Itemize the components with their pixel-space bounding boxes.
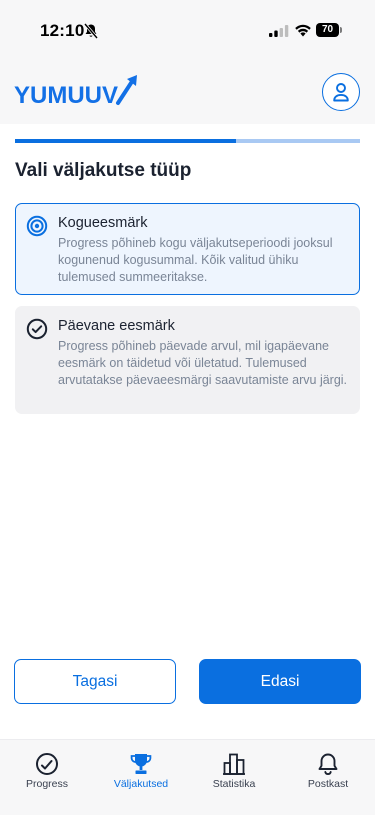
yumuuv-logo: YUMUUV — [14, 75, 137, 106]
target-icon — [26, 215, 48, 237]
wizard-progress-bar — [15, 139, 360, 143]
user-icon — [333, 83, 349, 102]
nav-item-progress[interactable]: Progress — [0, 740, 94, 815]
option-description: Progress põhineb kogu väljakutseperioodi… — [58, 236, 333, 284]
bar-chart-icon — [223, 753, 245, 775]
check-circle-icon — [26, 318, 48, 340]
page-title: Vali väljakutse tüüp — [15, 160, 192, 181]
nav-label: Postkast — [307, 778, 349, 790]
next-button[interactable]: Edasi — [199, 659, 361, 704]
bell-icon — [318, 753, 338, 775]
option-title: Kogueesmärk — [58, 215, 148, 231]
bottom-nav: Progress Väljakutsed Statistika Postkast — [0, 739, 375, 815]
nav-item-statistics[interactable]: Statistika — [187, 740, 281, 815]
status-bar: 12:10 70 — [0, 0, 375, 60]
option-daily-goal[interactable]: Päevane eesmärk Progress põhineb päevade… — [15, 306, 360, 414]
option-total-goal[interactable]: Kogueesmärk Progress põhineb kogu väljak… — [15, 203, 360, 295]
nav-label: Väljakutsed — [113, 778, 169, 790]
logo-text: YUMUUV — [14, 82, 118, 106]
nav-label: Progress — [25, 778, 68, 790]
nav-item-inbox[interactable]: Postkast — [281, 740, 375, 815]
profile-button[interactable] — [322, 73, 360, 111]
option-description: Progress põhineb päevade arvul, mil igap… — [58, 339, 348, 387]
status-time: 12:10 — [40, 21, 85, 40]
battery-level: 70 — [316, 23, 339, 37]
signal-icon — [269, 25, 289, 37]
wizard-progress-fill — [15, 139, 236, 143]
progress-gauge-icon — [36, 753, 58, 775]
nav-label: Statistika — [212, 778, 256, 790]
trophy-icon — [130, 754, 152, 774]
option-title: Päevane eesmärk — [58, 318, 175, 334]
battery-tip — [340, 27, 342, 33]
screen: 12:10 70 YUMUUV Vali väljakutse tüüp Kog… — [0, 0, 375, 815]
battery-icon: 70 — [316, 23, 342, 37]
app-header: YUMUUV — [0, 60, 375, 124]
wifi-icon — [295, 24, 311, 37]
nav-item-challenges[interactable]: Väljakutsed — [94, 740, 188, 815]
bell-off-icon — [84, 23, 98, 39]
back-button[interactable]: Tagasi — [14, 659, 176, 704]
